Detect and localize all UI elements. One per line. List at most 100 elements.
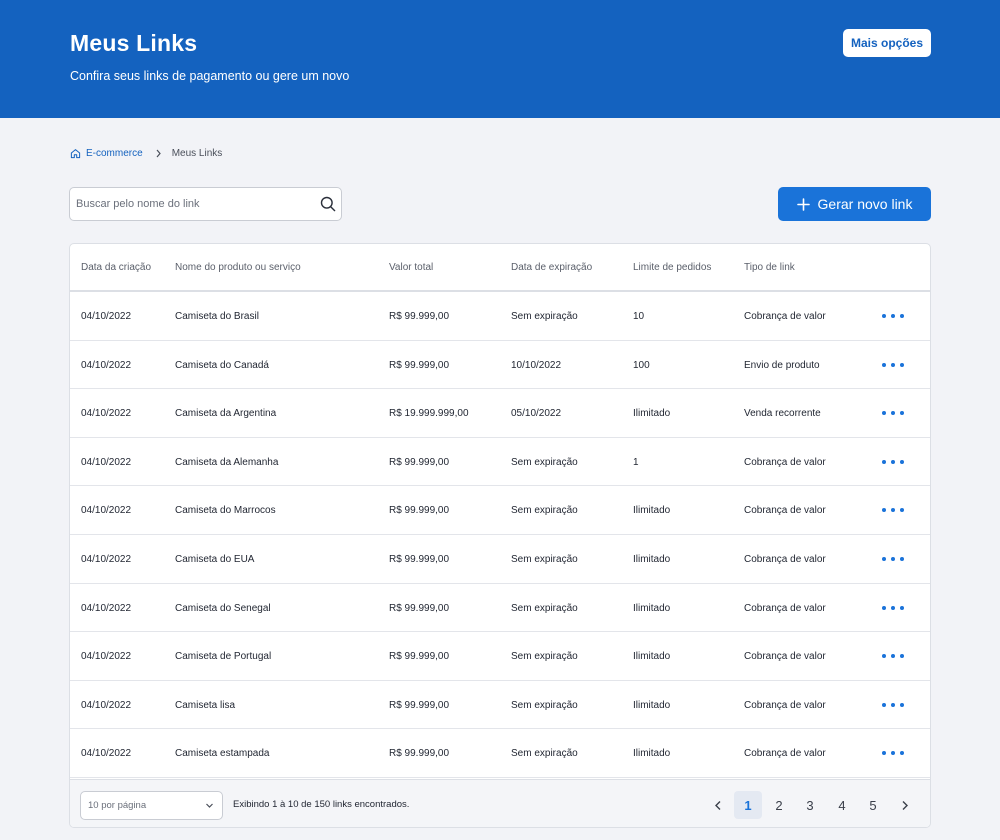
column-header-link-type[interactable]: Tipo de link bbox=[744, 262, 795, 273]
column-header-product[interactable]: Nome do produto ou serviço bbox=[175, 262, 301, 273]
chevron-right-icon bbox=[902, 800, 908, 810]
next-page-button[interactable] bbox=[891, 791, 919, 819]
table-row: 04/10/2022 Camiseta do Brasil R$ 99.999,00… bbox=[70, 292, 930, 341]
column-header-created[interactable]: Data da criação bbox=[81, 262, 151, 273]
plus-icon bbox=[796, 197, 810, 211]
home-icon bbox=[70, 148, 81, 158]
more-horizontal-icon[interactable] bbox=[882, 553, 904, 565]
search-icon[interactable] bbox=[320, 196, 336, 212]
more-dot bbox=[882, 314, 886, 318]
cell-created-date: 04/10/2022 bbox=[81, 456, 132, 468]
breadcrumb-home-label: E-commerce bbox=[86, 147, 143, 159]
column-header-expiration[interactable]: Data de expiração bbox=[511, 262, 592, 273]
cell-order-limit: 1 bbox=[633, 456, 639, 468]
cell-expiration-date: 05/10/2022 bbox=[511, 408, 562, 420]
table-row: 04/10/2022 Camiseta da Alemanha R$ 99.999,… bbox=[70, 438, 930, 487]
more-dot bbox=[900, 702, 904, 707]
prev-page-button[interactable] bbox=[704, 791, 732, 819]
more-dot bbox=[891, 751, 895, 756]
cell-order-limit: Ilimitado bbox=[633, 554, 671, 565]
more-dot bbox=[882, 459, 886, 464]
cell-order-limit: Ilimitado bbox=[633, 505, 671, 517]
cell-expiration-date: Sem expiração bbox=[511, 311, 578, 322]
more-dot bbox=[882, 557, 886, 561]
cell-product-name: Camiseta do Senegal bbox=[175, 602, 271, 614]
cell-expiration-date: 10/10/2022 bbox=[511, 359, 562, 371]
breadcrumb-current: Meus Links bbox=[171, 147, 223, 159]
more-dot bbox=[882, 702, 886, 707]
cell-link-type: Cobrança de valor bbox=[744, 505, 826, 517]
table-row: 04/10/2022 Camiseta de Portugal R$ 99.999,… bbox=[70, 632, 930, 681]
more-dot bbox=[900, 557, 904, 561]
page-button-3[interactable]: 3 bbox=[796, 791, 824, 819]
more-dot bbox=[891, 459, 895, 464]
cell-order-limit: Ilimitado bbox=[633, 748, 671, 760]
column-header-order-limit[interactable]: Limite de pedidos bbox=[633, 262, 711, 273]
more-horizontal-icon[interactable] bbox=[882, 699, 904, 711]
search-input[interactable] bbox=[76, 188, 310, 220]
page-button-2[interactable]: 2 bbox=[765, 791, 793, 819]
more-horizontal-icon[interactable] bbox=[882, 407, 904, 419]
page-button-1[interactable]: 1 bbox=[734, 791, 762, 819]
more-horizontal-icon[interactable] bbox=[882, 650, 904, 662]
cell-order-limit: Ilimitado bbox=[633, 651, 671, 663]
more-dot bbox=[882, 605, 886, 610]
more-dot bbox=[900, 459, 904, 464]
more-horizontal-icon[interactable] bbox=[882, 602, 904, 614]
cell-expiration-date: Sem expiração bbox=[511, 456, 578, 468]
cell-created-date: 04/10/2022 bbox=[81, 602, 132, 614]
table-footer: 10 por página Exibindo 1 à 10 de 150 lin… bbox=[70, 779, 930, 827]
more-horizontal-icon[interactable] bbox=[882, 456, 904, 468]
breadcrumb-home-link[interactable]: E-commerce bbox=[70, 148, 143, 159]
table-row: 04/10/2022 Camiseta do Marrocos R$ 99.999,… bbox=[70, 486, 930, 535]
more-dot bbox=[891, 557, 895, 561]
more-horizontal-icon[interactable] bbox=[882, 359, 904, 371]
cell-expiration-date: Sem expiração bbox=[511, 602, 578, 614]
more-dot bbox=[882, 362, 886, 367]
cell-order-limit: Ilimitado bbox=[633, 699, 671, 711]
more-dot bbox=[891, 654, 895, 659]
table-row: 04/10/2022 Camiseta da Argentina R$ 19.999… bbox=[70, 389, 930, 438]
more-horizontal-icon[interactable] bbox=[882, 310, 904, 322]
cell-product-name: Camiseta da Alemanha bbox=[175, 456, 279, 468]
cell-product-name: Camiseta da Argentina bbox=[175, 408, 277, 420]
more-horizontal-icon[interactable] bbox=[882, 504, 904, 516]
column-header-total[interactable]: Valor total bbox=[389, 262, 433, 273]
page-subtitle: Confira seus links de pagamento ou gere … bbox=[70, 69, 350, 83]
cell-link-type: Cobrança de valor bbox=[744, 699, 826, 711]
more-dot bbox=[900, 508, 904, 513]
table-header: Data da criação Nome do produto ou servi… bbox=[70, 244, 930, 292]
cell-total-value: R$ 99.999,00 bbox=[389, 554, 450, 565]
per-page-select[interactable]: 10 por página bbox=[80, 791, 223, 820]
cell-created-date: 04/10/2022 bbox=[81, 505, 132, 517]
cell-link-type: Cobrança de valor bbox=[744, 651, 826, 663]
cell-link-type: Cobrança de valor bbox=[744, 311, 826, 322]
more-dot bbox=[891, 314, 895, 318]
cell-created-date: 04/10/2022 bbox=[81, 748, 132, 760]
more-dot bbox=[891, 605, 895, 610]
page-button-5[interactable]: 5 bbox=[859, 791, 887, 819]
table-row: 04/10/2022 Camiseta do Senegal R$ 99.999,0… bbox=[70, 584, 930, 633]
cell-total-value: R$ 99.999,00 bbox=[389, 748, 450, 760]
page-button-4[interactable]: 4 bbox=[828, 791, 856, 819]
more-dot bbox=[882, 508, 886, 513]
generate-link-button[interactable]: Gerar novo link bbox=[778, 187, 931, 221]
table-row: 04/10/2022 Camiseta lisa R$ 99.999,00 Sem e… bbox=[70, 681, 930, 730]
more-dot bbox=[900, 362, 904, 367]
more-dot bbox=[900, 654, 904, 659]
cell-total-value: R$ 99.999,00 bbox=[389, 699, 450, 711]
cell-created-date: 04/10/2022 bbox=[81, 699, 132, 711]
cell-product-name: Camiseta lisa bbox=[175, 699, 236, 711]
cell-created-date: 04/10/2022 bbox=[81, 359, 132, 371]
cell-expiration-date: Sem expiração bbox=[511, 748, 578, 760]
cell-total-value: R$ 19.999.999,00 bbox=[389, 408, 469, 420]
more-options-button[interactable]: Mais opções bbox=[843, 29, 931, 57]
cell-link-type: Cobrança de valor bbox=[744, 554, 826, 565]
table-row: 04/10/2022 Camiseta do Canadá R$ 99.999,00… bbox=[70, 341, 930, 390]
cell-total-value: R$ 99.999,00 bbox=[389, 651, 450, 663]
cell-link-type: Cobrança de valor bbox=[744, 602, 826, 614]
cell-link-type: Venda recorrente bbox=[744, 408, 821, 420]
more-horizontal-icon[interactable] bbox=[882, 747, 904, 759]
more-dot bbox=[900, 751, 904, 756]
cell-product-name: Camiseta estampada bbox=[175, 748, 270, 760]
